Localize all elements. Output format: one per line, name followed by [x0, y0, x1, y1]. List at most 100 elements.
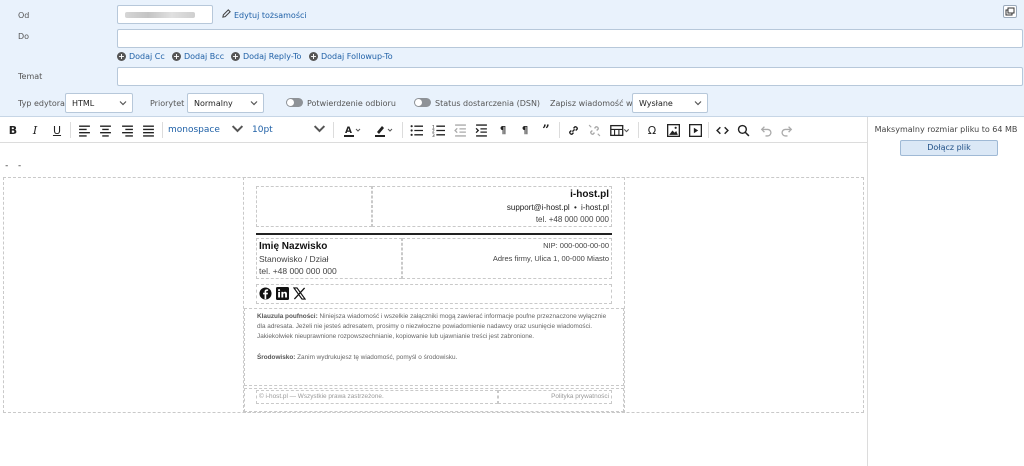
unlink-icon[interactable]: [587, 122, 601, 138]
chevron-down-icon: [694, 99, 702, 107]
editor-area[interactable]: - - i-host.pl support@i-host.pl • i-host…: [0, 143, 867, 466]
media-icon[interactable]: [688, 122, 702, 138]
privacy-policy-link[interactable]: Polityka prywatności: [551, 393, 609, 400]
font-family-value: monospace: [168, 125, 220, 135]
highlight-icon[interactable]: [371, 122, 397, 138]
to-field[interactable]: [117, 29, 1023, 48]
justify-icon[interactable]: [141, 122, 155, 138]
blockquote-icon[interactable]: ”: [539, 122, 553, 138]
footer-left-cell: © i-host.pl — Wszystkie prawa zastrzeżon…: [256, 390, 498, 404]
table-icon[interactable]: [608, 122, 632, 138]
x-icon[interactable]: [292, 286, 307, 302]
font-size-value: 10pt: [252, 125, 273, 135]
nip: NIP: 000-000-00-00: [543, 241, 609, 250]
env-text: Zanim wydrukujesz tę wiadomość, pomyśl o…: [297, 354, 458, 361]
editor-toolbar: B I U monospace 10pt A 123 ¶ ¶ ” Ω: [0, 117, 867, 143]
font-size-select[interactable]: 10pt: [252, 122, 326, 138]
italic-icon[interactable]: I: [28, 122, 42, 138]
from-label: Od: [18, 11, 30, 20]
edit-identities-link[interactable]: Edytuj tożsamości: [222, 9, 307, 21]
company-details-cell: NIP: 000-000-00-00 Adres firmy, Ulica 1,…: [402, 238, 612, 279]
from-select[interactable]: [117, 5, 213, 24]
search-icon[interactable]: [736, 122, 750, 138]
add-cc-link[interactable]: + Dodaj Cc: [117, 52, 165, 61]
numbered-list-icon[interactable]: 123: [431, 122, 445, 138]
support-email-link[interactable]: support@i-host.pl: [507, 203, 570, 212]
read-receipt-toggle[interactable]: [286, 98, 303, 107]
editor-type-label: Typ edytora: [18, 99, 65, 108]
add-reply-to-link[interactable]: + Dodaj Reply-To: [231, 52, 301, 61]
social-row: [256, 284, 612, 304]
signature-block: i-host.pl support@i-host.pl • i-host.pl …: [243, 177, 625, 413]
rtl-icon[interactable]: ¶: [518, 122, 532, 138]
save-in-label: Zapisz wiadomość w: [550, 99, 633, 108]
subject-label: Temat: [18, 72, 43, 81]
outdent-icon[interactable]: [453, 122, 467, 138]
dsn-toggle[interactable]: [414, 98, 431, 107]
undo-icon[interactable]: [758, 122, 772, 138]
add-followup-to-link[interactable]: + Dodaj Followup-To: [309, 52, 393, 61]
to-label: Do: [18, 32, 30, 41]
underline-icon[interactable]: U: [50, 122, 64, 138]
priority-value: Normalny: [194, 99, 233, 108]
dsn-label: Status dostarczenia (DSN): [435, 99, 541, 108]
bullet-list-icon[interactable]: [409, 122, 423, 138]
save-in-value: Wysłane: [639, 99, 673, 108]
ltr-icon[interactable]: ¶: [496, 122, 510, 138]
font-family-select[interactable]: monospace: [168, 122, 244, 138]
redo-icon[interactable]: [780, 122, 794, 138]
environment-note: Środowisko: Zanim wydrukujesz tę wiadomo…: [257, 353, 611, 363]
add-cc-label: Dodaj Cc: [129, 52, 165, 61]
special-char-icon[interactable]: Ω: [645, 122, 659, 138]
align-left-icon[interactable]: [77, 122, 91, 138]
disclaimer-title: Klauzula poufności:: [257, 313, 318, 320]
add-reply-to-label: Dodaj Reply-To: [243, 52, 302, 61]
chevron-down-icon: [250, 99, 258, 107]
company-name: i-host.pl: [570, 189, 609, 200]
image-icon[interactable]: [666, 122, 680, 138]
company-phone: tel. +48 000 000 000: [535, 215, 609, 224]
add-bcc-link[interactable]: + Dodaj Bcc: [172, 52, 224, 61]
chevron-down-icon: [231, 122, 244, 138]
priority-label: Priorytet: [150, 99, 185, 108]
site-link[interactable]: i-host.pl: [581, 203, 609, 212]
address: Adres firmy, Ulica 1, 00-000 Miasto: [492, 254, 609, 263]
add-icon: +: [309, 52, 318, 61]
logo-cell: [256, 186, 372, 227]
indent-icon[interactable]: [474, 122, 488, 138]
svg-text:A: A: [345, 126, 352, 136]
linkedin-icon[interactable]: [276, 286, 289, 302]
attach-file-button[interactable]: Dołącz plik: [900, 140, 998, 156]
popout-icon: [1004, 7, 1016, 20]
footer-right-cell: Polityka prywatności: [498, 390, 612, 404]
attachments-panel: Maksymalny rozmiar pliku to 64 MB Dołącz…: [867, 117, 1024, 466]
source-code-icon[interactable]: [715, 122, 729, 138]
signature-divider: [256, 233, 612, 235]
env-title: Środowisko:: [257, 354, 296, 361]
text-color-icon[interactable]: A: [340, 122, 364, 138]
bold-icon[interactable]: B: [6, 122, 20, 138]
facebook-icon[interactable]: [259, 286, 272, 302]
editor-type-select[interactable]: HTML: [65, 93, 133, 113]
read-receipt-label: Potwierdzenie odbioru: [307, 99, 396, 108]
person-name: Imię Nazwisko: [259, 241, 328, 252]
add-icon: +: [117, 52, 126, 61]
disclaimer-cell: Klauzula poufności: Niniejsza wiadomość …: [244, 308, 624, 386]
person-phone: tel. +48 000 000 000: [259, 266, 337, 276]
subject-field[interactable]: [117, 67, 1023, 86]
bullet-separator: •: [573, 203, 577, 212]
add-icon: +: [172, 52, 181, 61]
copyright: © i-host.pl — Wszystkie prawa zastrzeżon…: [259, 393, 384, 400]
align-center-icon[interactable]: [98, 122, 112, 138]
person-cell: Imię Nazwisko Stanowisko / Dział tel. +4…: [256, 238, 402, 279]
edit-identities-label: Edytuj tożsamości: [234, 10, 307, 20]
link-icon[interactable]: [566, 122, 580, 138]
pencil-icon: [222, 9, 231, 21]
chevron-down-icon: [313, 122, 326, 138]
max-size-note: Maksymalny rozmiar pliku to 64 MB: [874, 125, 1018, 134]
align-right-icon[interactable]: [120, 122, 134, 138]
editor-type-value: HTML: [72, 99, 95, 108]
priority-select[interactable]: Normalny: [187, 93, 264, 113]
popout-button[interactable]: [1003, 5, 1017, 18]
save-in-select[interactable]: Wysłane: [632, 93, 708, 113]
